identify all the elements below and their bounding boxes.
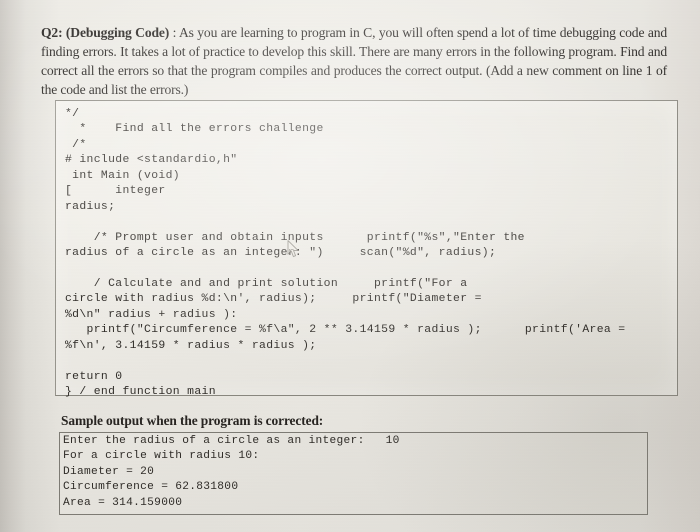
code-line: /* [65, 138, 87, 151]
sample-output-box: Enter the radius of a circle as an integ… [59, 432, 648, 515]
code-line: } / end function main [65, 386, 216, 399]
code-line: * Find all the errors challenge [65, 123, 324, 136]
code-line: int Main (void) [65, 169, 180, 182]
mouse-pointer-icon [287, 240, 299, 258]
code-line: */ [65, 108, 80, 120]
code-line: [ integer [65, 185, 166, 198]
code-line: radius; [65, 200, 116, 213]
question-paragraph: Q2: (Debugging Code) : As you are learni… [41, 23, 667, 100]
code-line: radius of a circle as an integer: ") sca… [65, 247, 497, 260]
output-line: Diameter = 20 [63, 465, 155, 478]
code-line: / Calculate and and print solution print… [65, 277, 468, 290]
code-line: %d\n" radius + radius ): [65, 308, 238, 321]
code-listing-box: */ * Find all the errors challenge /* # i… [55, 100, 678, 398]
code-line: printf("Circumference = %f\a", 2 ** 3.14… [65, 324, 626, 337]
sample-output-listing: Enter the radius of a circle as an integ… [63, 434, 645, 511]
scanned-page: Q2: (Debugging Code) : As you are learni… [0, 0, 700, 532]
output-line: For a circle with radius 10: [63, 450, 260, 463]
code-line: # include <standardio,h" [65, 154, 238, 167]
output-line: Enter the radius of a circle as an integ… [63, 435, 400, 447]
sample-output-caption: Sample output when the program is correc… [61, 413, 324, 428]
code-listing: */ * Find all the errors challenge /* # i… [65, 107, 673, 401]
code-line: return 0 [65, 370, 123, 383]
output-line: Circumference = 62.831800 [63, 481, 239, 494]
question-label: Q2: (Debugging Code) [41, 24, 170, 40]
code-line: circle with radius %d:\n', radius); prin… [65, 293, 482, 306]
code-line: /* Prompt user and obtain inputs printf(… [65, 231, 525, 244]
output-line: Area = 314.159000 [63, 496, 183, 509]
code-line: %f\n', 3.14159 * radius * radius ); [65, 339, 317, 352]
